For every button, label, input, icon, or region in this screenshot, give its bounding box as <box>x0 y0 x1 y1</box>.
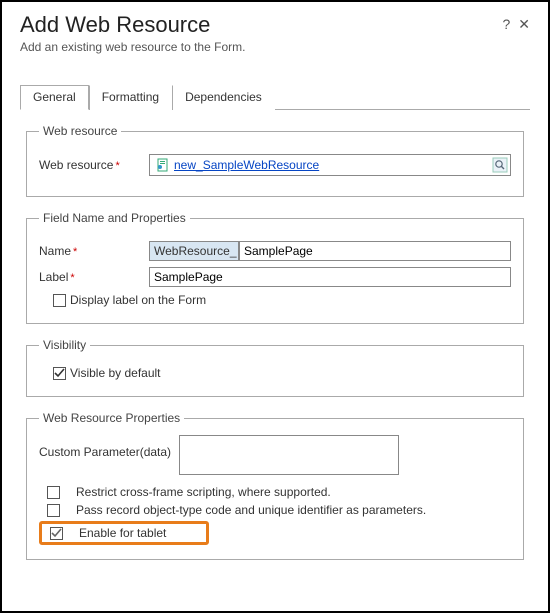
enable-tablet-text: Enable for tablet <box>79 526 166 540</box>
field-name-group: Field Name and Properties Name* WebResou… <box>26 211 524 324</box>
display-label-text: Display label on the Form <box>70 293 206 307</box>
pass-record-checkbox[interactable] <box>47 504 60 517</box>
visible-by-default-checkbox[interactable] <box>53 367 66 380</box>
web-resource-link[interactable]: new_SampleWebResource <box>174 158 492 172</box>
custom-param-label: Custom Parameter(data) <box>39 435 179 459</box>
tab-dependencies[interactable]: Dependencies <box>172 85 275 110</box>
dialog-subtitle: Add an existing web resource to the Form… <box>20 40 530 54</box>
restrict-xframe-text: Restrict cross-frame scripting, where su… <box>76 485 331 499</box>
wrp-group: Web Resource Properties Custom Parameter… <box>26 411 524 560</box>
close-button[interactable]: ✕ <box>518 16 530 33</box>
dialog-title: Add Web Resource <box>20 12 210 38</box>
display-label-checkbox[interactable] <box>53 294 66 307</box>
wrp-legend: Web Resource Properties <box>39 411 184 425</box>
label-label: Label* <box>39 270 149 284</box>
document-icon <box>156 158 170 172</box>
web-resource-group: Web resource Web resource* new_SampleWeb… <box>26 124 524 197</box>
custom-param-input[interactable] <box>179 435 399 475</box>
visible-by-default-text: Visible by default <box>70 366 161 380</box>
name-prefix: WebResource_ <box>149 241 239 261</box>
enable-tablet-checkbox[interactable] <box>50 527 63 540</box>
name-input[interactable] <box>239 241 511 261</box>
restrict-xframe-checkbox[interactable] <box>47 486 60 499</box>
visibility-group: Visibility Visible by default <box>26 338 524 397</box>
lookup-search-icon[interactable] <box>492 157 508 173</box>
label-input[interactable] <box>149 267 511 287</box>
pass-record-text: Pass record object-type code and unique … <box>76 503 426 517</box>
tab-general[interactable]: General <box>20 85 89 110</box>
tab-strip: General Formatting Dependencies <box>20 84 530 110</box>
name-label: Name* <box>39 244 149 258</box>
web-resource-lookup[interactable]: new_SampleWebResource <box>149 154 511 176</box>
visibility-legend: Visibility <box>39 338 90 352</box>
tab-formatting[interactable]: Formatting <box>89 85 172 110</box>
help-button[interactable]: ? <box>502 16 510 33</box>
web-resource-label: Web resource* <box>39 158 149 172</box>
dialog-header: Add Web Resource ? ✕ <box>20 12 530 38</box>
web-resource-legend: Web resource <box>39 124 121 138</box>
field-name-legend: Field Name and Properties <box>39 211 190 225</box>
